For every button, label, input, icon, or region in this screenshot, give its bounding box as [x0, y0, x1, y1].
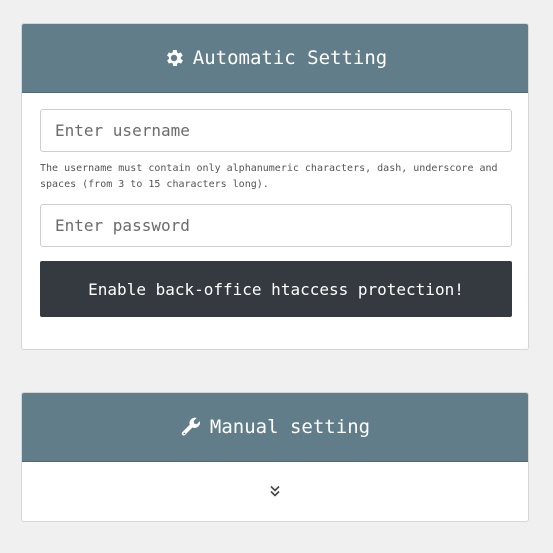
automatic-setting-body: The username must contain only alphanume…	[22, 93, 528, 333]
manual-setting-panel: Manual setting	[21, 392, 529, 522]
password-input[interactable]	[40, 204, 512, 247]
manual-setting-title: Manual setting	[209, 416, 371, 438]
gear-icon	[163, 47, 185, 69]
expand-toggle[interactable]	[22, 462, 528, 521]
enable-htaccess-protection-button[interactable]: Enable back-office htaccess protection!	[40, 261, 512, 317]
username-help-text: The username must contain only alphanume…	[40, 163, 498, 190]
automatic-setting-header: Automatic Setting	[22, 24, 528, 93]
automatic-setting-panel: Automatic Setting The username must cont…	[21, 23, 529, 350]
username-input[interactable]	[40, 109, 512, 152]
wrench-icon	[180, 416, 202, 438]
automatic-setting-title: Automatic Setting	[192, 47, 388, 69]
double-chevron-down-icon	[268, 483, 282, 502]
manual-setting-header[interactable]: Manual setting	[22, 393, 528, 462]
